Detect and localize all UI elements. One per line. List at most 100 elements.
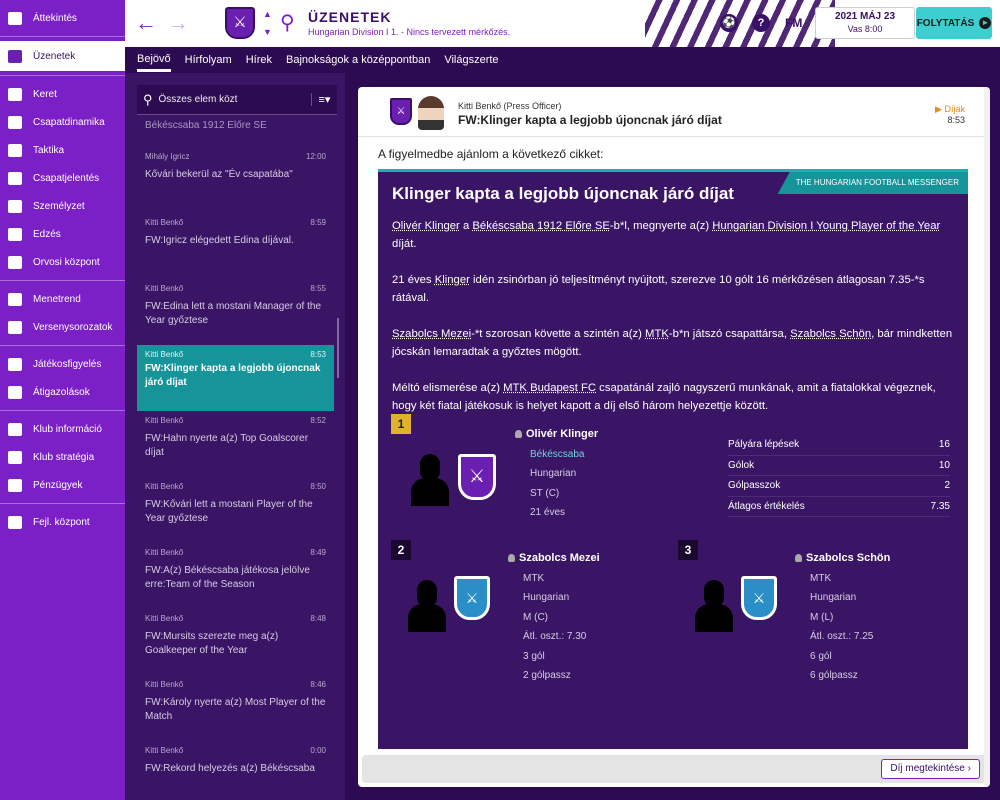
list-scrollbar[interactable]: [337, 318, 339, 378]
list-item[interactable]: Kitti Benkő 8:50 FW:Kővári lett a mostani …: [137, 477, 334, 543]
development-icon: [8, 515, 22, 529]
third-place-info: Szabolcs Schön MTK Hungarian M (L) Átl. …: [795, 549, 890, 686]
club-link[interactable]: MTK: [795, 569, 890, 589]
report-icon: [8, 171, 22, 185]
club-link[interactable]: Békéscsaba 1912 Előre SE: [472, 220, 610, 232]
club-link[interactable]: MTK Budapest FC: [503, 382, 596, 394]
date-display[interactable]: 2021 MÁJ 23 Vas 8:00: [815, 7, 915, 39]
sidebar: Áttekintés Üzenetek Keret Csapatdinamika…: [0, 0, 125, 800]
tactics-icon: [8, 143, 22, 157]
player-link[interactable]: Szabolcs Schön: [790, 328, 871, 340]
club-crest-icon[interactable]: ⚔: [225, 7, 255, 39]
tab-inbox[interactable]: Bejövő: [137, 49, 171, 72]
rank-badge: 1: [391, 414, 411, 434]
divider: [0, 410, 125, 411]
training-icon: [8, 227, 22, 241]
sidebar-item-transfers[interactable]: Átigazolások: [0, 378, 125, 406]
chevron-up-icon[interactable]: ▲: [263, 9, 272, 19]
article-paragraph: Olivér Klinger a Békéscsaba 1912 Előre S…: [392, 220, 941, 250]
list-item[interactable]: Békéscsaba 1912 Előre SE: [137, 119, 334, 147]
calendar-icon: [8, 292, 22, 306]
sidebar-item-club-info[interactable]: Klub információ: [0, 415, 125, 443]
list-item[interactable]: Kitti Benkő 8:55 FW:Edina lett a mostani M…: [137, 279, 334, 345]
silhouette-body: [411, 478, 449, 506]
goals: 3 gól: [523, 650, 545, 662]
chevron-down-icon[interactable]: ▼: [263, 27, 272, 37]
sender-name[interactable]: Kitti Benkő (Press Officer): [458, 101, 561, 111]
sidebar-item-dynamics[interactable]: Csapatdinamika: [0, 108, 125, 136]
club-crest-icon[interactable]: ⚔: [741, 576, 777, 620]
silhouette-head: [704, 580, 724, 606]
sidebar-item-training[interactable]: Edzés: [0, 220, 125, 248]
position: M (L): [810, 611, 834, 623]
stat-row: Átlagos értékelés 7.35: [728, 497, 950, 517]
second-place-info: Szabolcs Mezei MTK Hungarian M (C) Átl. …: [508, 549, 600, 686]
search-icon[interactable]: ⚲: [280, 10, 295, 35]
player-link[interactable]: Olivér Klinger: [392, 220, 460, 232]
filter-menu-icon[interactable]: ≡▾: [311, 93, 337, 106]
player-silhouette-icon: [411, 454, 449, 506]
sidebar-item-inbox[interactable]: Üzenetek: [0, 41, 125, 71]
competition-link[interactable]: Hungarian Division I Young Player of the…: [712, 220, 940, 232]
assists: 6 gólpassz: [810, 670, 858, 681]
sidebar-item-medical[interactable]: Orvosi központ: [0, 248, 125, 276]
sidebar-item-squad[interactable]: Keret: [0, 80, 125, 108]
tab-feed[interactable]: Hírfolyam: [185, 50, 232, 70]
detail-scrollbar[interactable]: [984, 87, 990, 787]
player-name[interactable]: Szabolcs Mezei: [508, 549, 600, 569]
list-item[interactable]: Kitti Benkő 8:49 FW:A(z) Békéscsaba játéko…: [137, 543, 334, 609]
club-link[interactable]: Békéscsaba: [515, 445, 598, 465]
sidebar-item-tactics[interactable]: Taktika: [0, 136, 125, 164]
article-paragraph: Méltó elismerése a(z) MTK Budapest FC cs…: [392, 382, 936, 412]
fm-menu[interactable]: FM: [785, 16, 802, 30]
player-link[interactable]: Szabolcs Mezei: [392, 328, 471, 340]
search-input[interactable]: Összes elem közt: [159, 94, 311, 105]
tab-worldwide[interactable]: Világszerte: [444, 50, 498, 70]
list-item-selected[interactable]: Kitti Benkő 8:53 FW:Klinger kapta a legjob…: [137, 345, 334, 411]
forward-arrow-icon[interactable]: →: [167, 10, 189, 36]
list-item[interactable]: Kitti Benkő 0:00 FW:Rekord helyezés a(z) B…: [137, 741, 334, 800]
list-item[interactable]: Kitti Benkő 8:52 FW:Hahn nyerte a(z) Top G…: [137, 411, 334, 477]
sidebar-item-schedule[interactable]: Menetrend: [0, 285, 125, 313]
club-link[interactable]: MTK: [645, 328, 669, 340]
sidebar-item-staff[interactable]: Személyzet: [0, 192, 125, 220]
sidebar-item-development[interactable]: Fejl. központ: [0, 508, 125, 536]
sidebar-item-competitions[interactable]: Versenysorozatok: [0, 313, 125, 341]
transfers-icon: [8, 385, 22, 399]
view-award-button[interactable]: Díj megtekintése ›: [881, 759, 980, 779]
person-icon: [508, 554, 515, 562]
club-crest-icon[interactable]: ⚔: [458, 454, 496, 500]
ball-icon[interactable]: ⚽: [720, 14, 738, 32]
list-item[interactable]: Kitti Benkő 8:46 FW:Károly nyerte a(z) Mos…: [137, 675, 334, 741]
club-link[interactable]: MTK: [508, 569, 600, 589]
tab-news[interactable]: Hírek: [246, 50, 272, 70]
sidebar-item-club-strategy[interactable]: Klub stratégia: [0, 443, 125, 471]
player-link[interactable]: Klinger: [435, 274, 470, 286]
player-name[interactable]: Olivér Klinger: [515, 425, 598, 445]
sidebar-item-team-report[interactable]: Csapatjelentés: [0, 164, 125, 192]
player-name[interactable]: Szabolcs Schön: [795, 549, 890, 569]
player-silhouette-icon: [408, 580, 446, 632]
message-list-panel: ⚲ Összes elem közt ≡▾ Békéscsaba 1912 El…: [125, 73, 345, 800]
back-arrow-icon[interactable]: ←: [135, 10, 157, 36]
tab-leagues-spotlight[interactable]: Bajnokságok a középpontban: [286, 50, 430, 70]
list-item[interactable]: Mihály Igricz 12:00 Kővári bekerül az "Év …: [137, 147, 334, 213]
club-info-icon: [8, 422, 22, 436]
current-date: 2021 MÁJ 23: [834, 11, 896, 22]
chevron-right-icon: ›: [967, 763, 971, 774]
sidebar-item-scouting[interactable]: Játékosfigyelés: [0, 350, 125, 378]
help-icon[interactable]: ?: [752, 14, 770, 32]
sidebar-item-finances[interactable]: Pénzügyek: [0, 471, 125, 499]
list-item[interactable]: Kitti Benkő 8:59 FW:Igricz elégedett Edina…: [137, 213, 334, 279]
continue-button[interactable]: FOLYTATÁS ►: [916, 7, 992, 39]
list-item[interactable]: Kitti Benkő 8:48 FW:Mursits szerezte meg a…: [137, 609, 334, 675]
sidebar-item-overview[interactable]: Áttekintés: [0, 4, 125, 32]
divider: [0, 36, 125, 37]
silhouette-body: [695, 604, 733, 632]
article-paragraph: Szabolcs Mezei-*t szorosan követte a szi…: [392, 328, 953, 358]
list-search[interactable]: ⚲ Összes elem közt ≡▾: [137, 85, 337, 115]
club-crest-icon[interactable]: ⚔: [454, 576, 490, 620]
age: 21 éves: [530, 507, 566, 518]
avatar[interactable]: [418, 96, 444, 130]
divider: [0, 345, 125, 346]
